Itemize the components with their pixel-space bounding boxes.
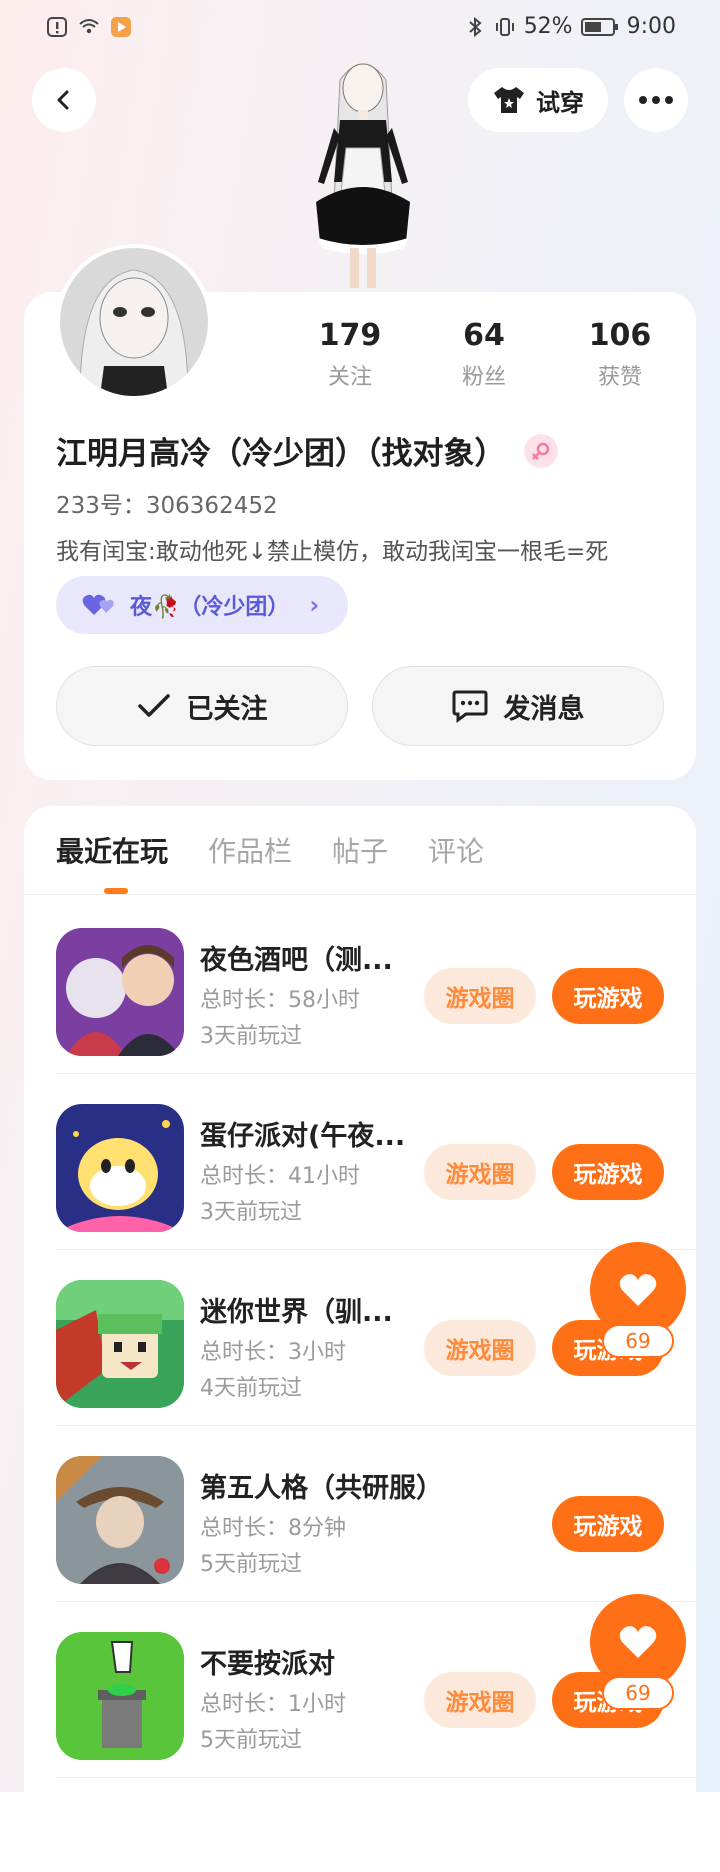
game-duration: 总时长：58小时 [200, 988, 360, 1013]
game-icon-dont-press-party[interactable] [56, 1632, 184, 1760]
list-item[interactable]: 第五人格（共研服） 总时长：8分钟 5天前玩过 玩游戏 [24, 1426, 696, 1602]
row-divider [56, 1777, 696, 1778]
vibrate-icon [495, 17, 514, 36]
followed-button[interactable]: 已关注 [56, 666, 348, 746]
followed-label: 已关注 [186, 693, 268, 725]
user-id: 233号：306362452 [56, 493, 278, 519]
more-dots-icon [639, 96, 673, 104]
avatar-character-figure [316, 63, 410, 288]
play-game-button[interactable]: 玩游戏 [552, 968, 664, 1024]
bluetooth-icon [469, 16, 482, 37]
stat-followers-label: 粉丝 [461, 365, 506, 390]
tab-recent-play[interactable]: 最近在玩 [56, 830, 168, 870]
game-last-played: 5天前玩过 [200, 1552, 302, 1577]
status-bar: 52% 9:00 [0, 0, 720, 56]
avatar-image [60, 248, 208, 396]
wifi-icon [79, 19, 99, 34]
game-duration: 总时长：8分钟 [200, 1516, 346, 1541]
shirt-icon [494, 87, 524, 113]
tab-comments[interactable]: 评论 [428, 830, 484, 870]
profile-tabs: 最近在玩 作品栏 帖子 评论 [56, 830, 484, 870]
stat-likes-count: 106 [588, 318, 652, 353]
clock: 9:00 [626, 14, 676, 39]
game-last-played: 3天前玩过 [200, 1200, 302, 1225]
app-notification-icon [111, 17, 131, 37]
female-gender-icon [523, 433, 558, 468]
stat-following-label: 关注 [327, 365, 372, 390]
back-arrow-icon [57, 90, 69, 110]
message-label: 发消息 [503, 693, 585, 725]
game-last-played: 3天前玩过 [200, 1024, 302, 1049]
chevron-right-icon: › [309, 591, 320, 619]
back-button[interactable] [32, 68, 96, 132]
play-game-button[interactable]: 玩游戏 [552, 1144, 664, 1200]
profile-name-row: 江明月高冷（冷少团）（找对象） [56, 428, 558, 473]
group-name: 夜🥀（冷少团） [130, 595, 290, 620]
game-name: 蛋仔派对(午夜... [200, 1121, 406, 1152]
try-on-button[interactable]: 试穿 [468, 68, 608, 132]
game-circle-button[interactable]: 游戏圈 [424, 1672, 536, 1728]
play-game-button[interactable]: 玩游戏 [552, 1496, 664, 1552]
battery-percent: 52% [523, 14, 573, 39]
try-on-label: 试穿 [536, 88, 584, 117]
check-icon [137, 694, 170, 717]
stat-following-count: 179 [318, 318, 382, 353]
tabs-divider [24, 894, 696, 895]
battery-icon [580, 17, 618, 36]
game-icon-identity-v[interactable] [56, 1456, 184, 1584]
game-circle-button[interactable]: 游戏圈 [424, 1144, 536, 1200]
game-duration: 总时长：41小时 [200, 1164, 360, 1189]
message-button[interactable]: 发消息 [372, 666, 664, 746]
avatar[interactable] [56, 244, 212, 400]
stat-following[interactable]: 179 关注 [290, 318, 410, 391]
game-circle-button[interactable]: 游戏圈 [424, 968, 536, 1024]
tab-works[interactable]: 作品栏 [208, 830, 292, 870]
like-count: 69 [602, 1324, 674, 1358]
heart-icon [619, 1626, 657, 1658]
game-name: 第五人格（共研服） [200, 1473, 443, 1504]
bottom-area [0, 1792, 720, 1872]
tab-posts[interactable]: 帖子 [332, 830, 388, 870]
more-button[interactable] [624, 68, 688, 132]
group-heart-icon [82, 594, 114, 615]
list-item[interactable]: 夜色酒吧（测... 总时长：58小时 3天前玩过 游戏圈 玩游戏 [24, 898, 696, 1074]
group-chip[interactable]: 夜🥀（冷少团） › [56, 576, 348, 634]
stat-followers-count: 64 [463, 318, 505, 353]
game-icon-night-bar[interactable] [56, 928, 184, 1056]
game-name: 迷你世界（驯... [200, 1297, 393, 1328]
game-circle-button[interactable]: 游戏圈 [424, 1320, 536, 1376]
bio: 我有闰宝:敢动他死↓禁止模仿，敢动我闰宝一根毛=死 [56, 539, 609, 565]
stat-likes[interactable]: 106 获赞 [560, 318, 680, 391]
heart-icon [619, 1274, 657, 1306]
stat-followers[interactable]: 64 粉丝 [424, 318, 544, 391]
game-last-played: 4天前玩过 [200, 1376, 302, 1401]
stat-likes-label: 获赞 [597, 365, 642, 390]
game-name: 夜色酒吧（测... [200, 945, 393, 976]
game-icon-mini-world[interactable] [56, 1280, 184, 1408]
game-name: 不要按派对 [200, 1649, 335, 1680]
profile-name: 江明月高冷（冷少团）（找对象） [56, 436, 506, 472]
list-item[interactable]: 蛋仔派对(午夜... 总时长：41小时 3天前玩过 游戏圈 玩游戏 [24, 1074, 696, 1250]
alert-icon [47, 17, 67, 37]
game-duration: 总时长：1小时 [200, 1692, 346, 1717]
game-last-played: 5天前玩过 [200, 1728, 302, 1753]
game-icon-eggy-party[interactable] [56, 1104, 184, 1232]
like-count: 69 [602, 1676, 674, 1710]
chat-bubble-icon [452, 690, 487, 723]
game-duration: 总时长：3小时 [200, 1340, 346, 1365]
